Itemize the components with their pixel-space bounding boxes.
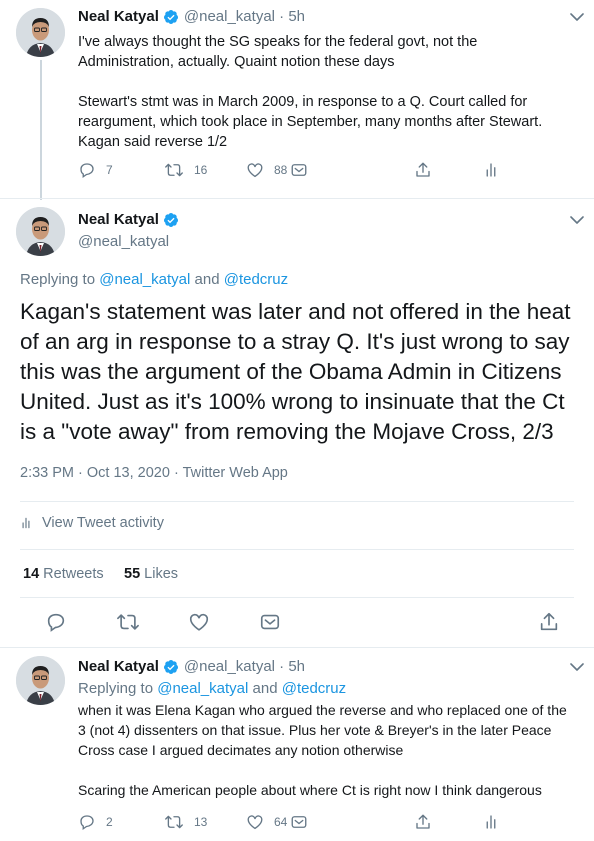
client-label[interactable]: Twitter Web App — [183, 465, 288, 481]
like-count: 88 — [274, 163, 288, 177]
retweet-count: 13 — [194, 815, 208, 829]
avatar[interactable] — [16, 207, 65, 256]
analytics-icon — [22, 517, 30, 529]
retweet-icon — [165, 815, 183, 829]
analytics-button[interactable] — [483, 813, 499, 831]
like-button[interactable]: 64 — [246, 813, 287, 831]
reply-mention[interactable]: @tedcruz — [224, 271, 288, 288]
tweet-header: Neal Katyal @neal_katyal · 5h — [78, 8, 305, 25]
retweet-count: 16 — [194, 163, 208, 177]
chevron-down-icon[interactable] — [570, 215, 584, 225]
like-button[interactable]: 88 — [246, 161, 287, 179]
separator-dot: · — [275, 8, 289, 25]
chevron-down-icon[interactable] — [570, 12, 584, 22]
chevron-down-icon[interactable] — [570, 662, 584, 672]
dm-button[interactable] — [290, 161, 308, 179]
tweet-3[interactable]: Neal Katyal @neal_katyal · 5h Replying t… — [0, 648, 594, 841]
reply-and: and — [190, 271, 224, 288]
tweet-text: when it was Elena Kagan who argued the r… — [78, 700, 570, 800]
retweets-count: 14 — [23, 566, 40, 582]
handle-row: @neal_katyal — [78, 233, 169, 250]
tweet-paragraph: I've always thought the SG speaks for th… — [78, 34, 478, 70]
dm-button[interactable] — [290, 813, 308, 831]
likes-count: 55 — [124, 566, 141, 582]
reply-mention[interactable]: @neal_katyal — [157, 680, 248, 697]
handle[interactable]: @neal_katyal — [184, 8, 275, 25]
retweets-stat[interactable]: 14 Retweets — [23, 566, 104, 582]
separator-dot: · — [173, 465, 183, 481]
analytics-icon — [486, 815, 496, 829]
tweet-header: Neal Katyal @neal_katyal · 5h — [78, 658, 305, 675]
reply-count: 7 — [106, 163, 113, 177]
focused-tweet: Neal Katyal @neal_katyal Replying to @ne… — [0, 199, 594, 639]
heart-icon[interactable] — [188, 611, 210, 633]
timestamp[interactable]: 2:33 PM · Oct 13, 2020 — [20, 465, 170, 481]
tweet-time[interactable]: 5h — [288, 8, 305, 25]
likes-label: Likes — [144, 566, 179, 582]
view-activity-label: View Tweet activity — [42, 515, 164, 531]
tweet-time[interactable]: 5h — [288, 658, 305, 675]
tweet-paragraph: Scaring the American people about where … — [78, 782, 542, 798]
handle[interactable]: @neal_katyal — [78, 233, 169, 250]
reply-icon — [80, 163, 94, 179]
display-name[interactable]: Neal Katyal — [78, 211, 159, 228]
replying-to: Replying to @neal_katyal and @tedcruz — [78, 680, 346, 697]
retweets-label: Retweets — [43, 566, 104, 582]
divider — [20, 501, 574, 502]
tweet-meta: 2:33 PM · Oct 13, 2020 · Twitter Web App — [20, 465, 288, 481]
divider — [20, 549, 574, 550]
tweet-header: Neal Katyal — [78, 211, 184, 228]
reply-icon — [80, 815, 94, 831]
heart-icon — [247, 815, 263, 830]
display-name[interactable]: Neal Katyal — [78, 658, 159, 675]
thread-line — [40, 60, 42, 200]
tweet-paragraph: Stewart's stmt was in March 2009, in res… — [78, 94, 543, 150]
like-count: 64 — [274, 815, 288, 829]
avatar[interactable] — [16, 656, 65, 705]
reply-mention[interactable]: @tedcruz — [282, 680, 346, 697]
retweet-icon — [165, 163, 183, 177]
retweet-icon[interactable] — [116, 611, 140, 633]
handle[interactable]: @neal_katyal — [184, 658, 275, 675]
replying-prefix: Replying to — [20, 271, 100, 288]
share-icon[interactable] — [538, 611, 560, 633]
tweet-text: Kagan's statement was later and not offe… — [20, 299, 571, 444]
display-name[interactable]: Neal Katyal — [78, 8, 159, 25]
tweet-actions: 2 13 64 — [78, 813, 578, 833]
retweet-button[interactable]: 13 — [164, 813, 207, 831]
analytics-button[interactable] — [483, 161, 499, 179]
direct-message-icon — [291, 164, 307, 176]
direct-message-icon — [291, 816, 307, 828]
divider — [20, 597, 574, 598]
tweet-paragraph: when it was Elena Kagan who argued the r… — [78, 702, 567, 758]
likes-stat[interactable]: 55 Likes — [124, 566, 178, 582]
share-icon — [416, 162, 430, 177]
direct-message-icon[interactable] — [259, 611, 281, 633]
avatar[interactable] — [16, 8, 65, 57]
separator-dot: · — [275, 658, 289, 675]
heart-icon — [247, 163, 263, 178]
verified-badge-icon — [163, 659, 178, 674]
share-button[interactable] — [414, 813, 432, 831]
retweet-button[interactable]: 16 — [164, 161, 207, 179]
reply-button[interactable]: 7 — [78, 161, 113, 179]
analytics-icon — [486, 163, 496, 177]
reply-icon[interactable] — [45, 611, 67, 633]
reply-button[interactable]: 2 — [78, 813, 113, 831]
view-activity-link[interactable]: View Tweet activity — [20, 515, 164, 531]
tweet-actions: 7 16 88 — [78, 161, 578, 181]
tweet-1[interactable]: Neal Katyal @neal_katyal · 5h I've alway… — [0, 0, 594, 200]
reply-count: 2 — [106, 815, 113, 829]
share-icon — [416, 814, 430, 829]
verified-badge-icon — [163, 212, 178, 227]
reply-mention[interactable]: @neal_katyal — [99, 271, 190, 288]
share-button[interactable] — [414, 161, 432, 179]
tweet-text: I've always thought the SG speaks for th… — [78, 32, 558, 152]
replying-prefix: Replying to — [78, 680, 158, 697]
replying-to: Replying to @neal_katyal and @tedcruz — [20, 271, 288, 288]
reply-and: and — [248, 680, 282, 697]
verified-badge-icon — [163, 9, 178, 24]
